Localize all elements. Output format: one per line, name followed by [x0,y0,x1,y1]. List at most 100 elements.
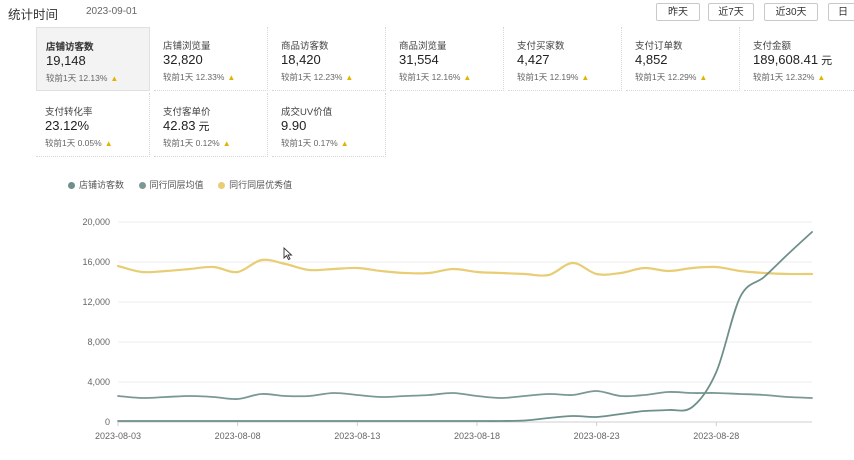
legend-swatch [138,182,146,189]
trend-up-arrow-icon: ▲ [110,74,119,83]
metric-label: 支付订单数 [635,41,683,52]
metric-card[interactable]: 支付转化率 23.12% 较前1天 0.05% ▲ [36,93,150,157]
comparison-text: 较前1天 12.13% [46,73,108,83]
metric-value: 9.90 [281,118,306,133]
metric-card[interactable]: 商品浏览量 31,554 较前1天 12.16% ▲ [390,27,504,91]
y-tick-label: 0 [105,417,110,427]
metric-number: 4,427 [517,52,550,67]
chart-lines [116,231,814,422]
metric-number: 18,420 [281,52,321,67]
y-tick-label: 12,000 [82,297,110,307]
metric-number: 32,820 [163,52,203,67]
legend-label: 同行同层优秀值 [229,180,293,190]
trend-up-arrow-icon: ▲ [699,73,708,82]
metric-comparison: 较前1天 12.16% ▲ [399,71,471,83]
legend-label: 同行同层均值 [149,180,204,190]
metric-label: 成交UV价值 [281,107,333,118]
metric-number: 4,852 [635,52,668,67]
metric-value: 31,554 [399,52,439,67]
comparison-text: 较前1天 12.16% [399,72,461,82]
metric-comparison: 较前1天 12.23% ▲ [281,71,353,83]
comparison-text: 较前1天 0.05% [45,138,102,148]
metric-number: 19,148 [46,53,86,68]
trend-up-arrow-icon: ▲ [345,73,354,82]
metric-card[interactable]: 支付客单价 42.83 元较前1天 0.12% ▲ [154,93,268,157]
x-tick-label: 2023-08-08 [215,431,261,441]
metric-label: 店铺访客数 [46,42,94,53]
metric-card[interactable]: 支付买家数 4,427 较前1天 12.19% ▲ [508,27,622,91]
metric-card[interactable]: 支付订单数 4,852 较前1天 12.29% ▲ [626,27,740,91]
comparison-text: 较前1天 12.23% [281,72,343,82]
metric-unit: 元 [821,55,833,67]
metric-comparison: 较前1天 12.33% ▲ [163,71,235,83]
metric-comparison: 较前1天 12.19% ▲ [517,71,589,83]
trend-up-arrow-icon: ▲ [581,73,590,82]
metric-comparison: 较前1天 0.12% ▲ [163,137,231,149]
series-line-shop-visitors [117,231,813,422]
range-day-button[interactable]: 日 [828,3,854,21]
metric-number: 23.12% [45,118,90,133]
trend-up-arrow-icon: ▲ [817,73,826,82]
legend-label: 店铺访客数 [79,180,125,190]
comparison-text: 较前1天 0.17% [281,138,338,148]
metric-value: 32,820 [163,52,203,67]
metric-comparison: 较前1天 12.29% ▲ [635,71,707,83]
metric-label: 商品浏览量 [399,41,447,52]
metric-card[interactable]: 支付金额 189,608.41 元较前1天 12.32% ▲ [744,27,854,91]
metric-number: 9.90 [281,118,307,133]
metric-comparison: 较前1天 12.13% ▲ [46,72,118,84]
metric-card[interactable]: 成交UV价值 9.90 较前1天 0.17% ▲ [272,93,386,157]
comparison-text: 较前1天 12.32% [753,72,815,82]
legend-swatch [218,182,226,189]
metric-card[interactable]: 店铺浏览量 32,820 较前1天 12.33% ▲ [154,27,268,91]
metric-comparison: 较前1天 12.32% ▲ [753,71,825,83]
metric-label: 店铺浏览量 [163,41,211,52]
chart-legend: 店铺访客数 同行同层均值 同行同层优秀值 [68,178,304,191]
trend-up-arrow-icon: ▲ [463,73,472,82]
metric-value: 19,148 [46,53,86,68]
metric-label: 支付买家数 [517,41,565,52]
range-yesterday-button[interactable]: 昨天 [656,3,700,21]
legend-item-peer-excellent[interactable]: 同行同层优秀值 [218,178,292,191]
metric-value: 189,608.41 元 [753,52,832,68]
y-axis: 0 4,000 8,000 12,000 16,000 20,000 [82,217,110,427]
header: 统计时间 2023-09-01 昨天 近7天 近30天 日 [0,0,854,26]
metric-label: 支付金额 [753,41,792,52]
metric-comparison: 较前1天 0.05% ▲ [45,137,113,149]
x-tick-label: 2023-08-23 [574,431,620,441]
x-tick-label: 2023-08-28 [693,431,739,441]
stats-time-label: 统计时间 [8,8,59,22]
legend-item-peer-average[interactable]: 同行同层均值 [138,178,204,191]
comparison-text: 较前1天 12.33% [163,72,225,82]
comparison-text: 较前1天 0.12% [163,138,220,148]
series-line-peer-excellent [116,258,814,277]
metric-comparison: 较前1天 0.17% ▲ [281,137,349,149]
series-line-peer-average [117,390,813,400]
range-30-days-button[interactable]: 近30天 [764,3,818,21]
chart-grid [118,221,812,423]
metric-card[interactable]: 商品访客数 18,420 较前1天 12.23% ▲ [272,27,386,91]
metric-label: 支付客单价 [163,107,211,118]
x-tick-label: 2023-08-13 [334,431,380,441]
trend-up-arrow-icon: ▲ [104,139,113,148]
y-tick-label: 16,000 [82,257,110,267]
x-tick-label: 2023-08-03 [95,431,141,441]
metric-value: 4,427 [517,52,550,67]
metric-value: 23.12% [45,118,89,133]
metric-value: 18,420 [281,52,321,67]
metric-number: 189,608.41 [753,52,819,67]
metric-number: 42.83 [163,118,196,133]
range-7-days-button[interactable]: 近7天 [708,3,754,21]
x-axis: 2023-08-03 2023-08-08 2023-08-13 2023-08-18… [95,422,739,441]
legend-swatch [68,182,75,189]
trend-up-arrow-icon: ▲ [340,139,349,148]
trend-up-arrow-icon: ▲ [227,73,236,82]
legend-item-shop-visitors[interactable]: 店铺访客数 [68,178,124,191]
metric-card[interactable]: 店铺访客数 19,148 较前1天 12.13% ▲ [36,27,150,91]
y-tick-label: 8,000 [87,337,110,347]
comparison-text: 较前1天 12.19% [517,72,579,82]
mouse-cursor-icon [283,247,293,261]
metric-number: 31,554 [399,52,439,67]
metric-value: 4,852 [635,52,668,67]
comparison-text: 较前1天 12.29% [635,72,697,82]
